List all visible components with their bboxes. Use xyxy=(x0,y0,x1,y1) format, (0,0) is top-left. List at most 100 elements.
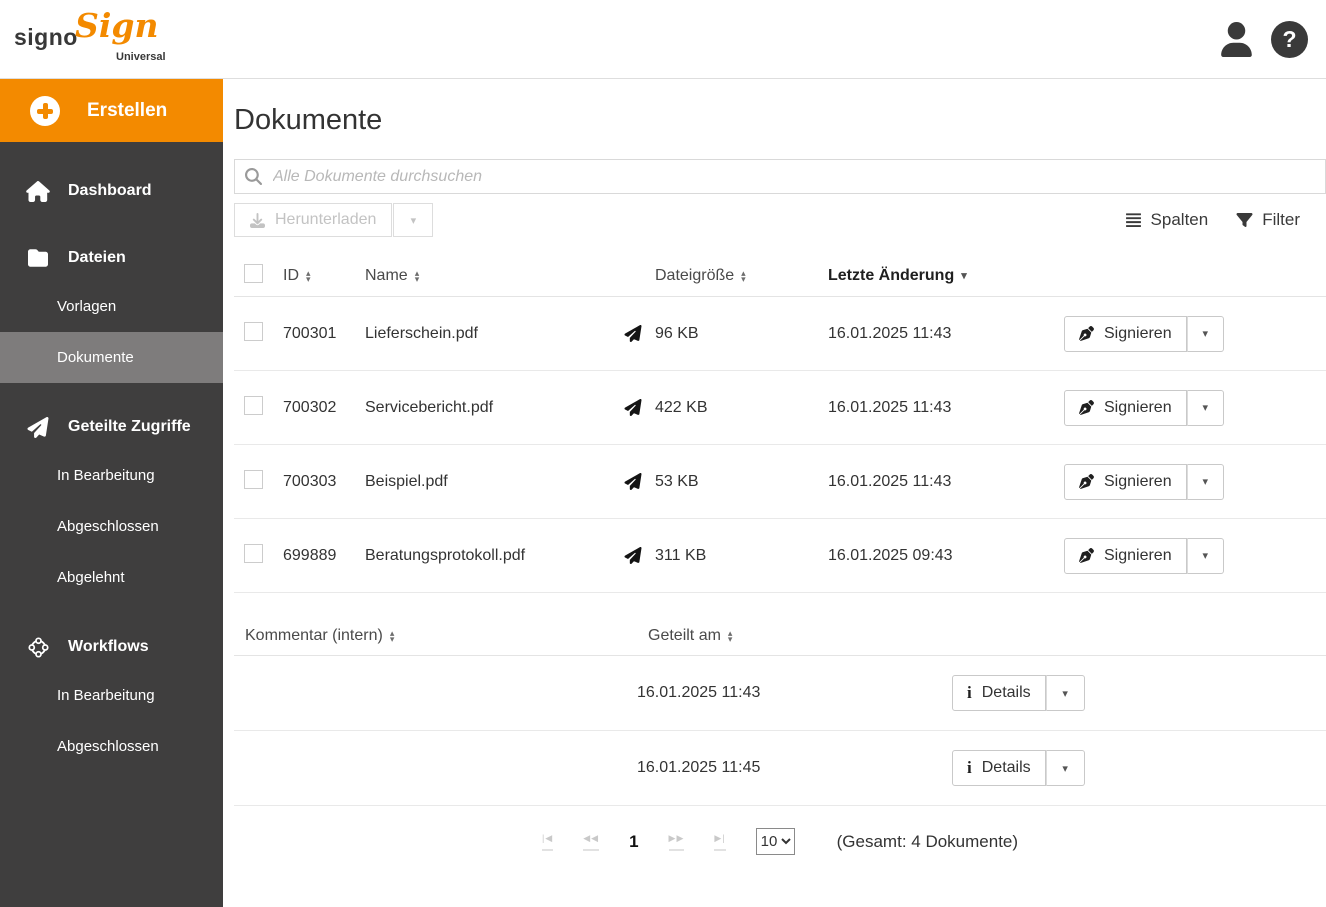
sort-icon[interactable]: ▴ ▾ xyxy=(306,268,311,283)
shared-table-header: Kommentar (intern) ▴ ▾ Geteilt am ▴ ▾ xyxy=(234,616,1326,656)
doc-id: 700303 xyxy=(283,472,337,490)
info-icon: i xyxy=(967,758,972,777)
doc-modified: 16.01.2025 11:43 xyxy=(828,398,952,416)
download-dropdown-button[interactable]: ▾ xyxy=(393,203,434,237)
info-icon: i xyxy=(967,683,972,702)
details-dropdown-button[interactable]: ▾ xyxy=(1045,675,1085,711)
sign-button[interactable]: Signieren xyxy=(1064,389,1187,426)
row-checkbox[interactable] xyxy=(244,321,263,341)
column-header-shared-at[interactable]: Geteilt am ▴ ▾ xyxy=(637,627,952,645)
column-header-size[interactable]: Dateigröße ▴ ▾ xyxy=(624,267,828,285)
create-button[interactable]: Erstellen xyxy=(0,79,223,142)
sort-desc-icon[interactable]: ▾ xyxy=(961,269,967,282)
doc-size: 311 KB xyxy=(655,546,707,564)
shared-paper-plane-icon xyxy=(624,547,642,564)
table-row: 700301 Lieferschein.pdf 96 KB 16.01.2025… xyxy=(234,297,1326,371)
user-icon[interactable] xyxy=(1219,21,1254,57)
columns-button-label: Spalten xyxy=(1150,210,1209,229)
sidebar-item-dashboard[interactable]: Dashboard xyxy=(0,168,223,214)
sort-icon[interactable]: ▴ ▾ xyxy=(741,268,746,283)
sidebar-item-geteilte-zugriffe[interactable]: Geteilte Zugriffe xyxy=(0,404,223,450)
select-all-checkbox[interactable] xyxy=(244,263,263,283)
column-header-modified[interactable]: Letzte Änderung ▾ xyxy=(828,267,1064,285)
details-button[interactable]: i Details xyxy=(952,750,1046,786)
filter-button-label: Filter xyxy=(1262,210,1300,229)
sidebar-item-wf-abgeschlossen[interactable]: Abgeschlossen xyxy=(0,721,223,772)
plus-icon xyxy=(30,95,60,126)
sign-dropdown-button[interactable]: ▾ xyxy=(1186,315,1224,352)
next-page-icon[interactable]: ▶▶ xyxy=(668,833,685,851)
current-page[interactable]: 1 xyxy=(629,832,638,852)
create-button-label: Erstellen xyxy=(87,99,168,121)
details-dropdown-button[interactable]: ▾ xyxy=(1045,750,1085,786)
sort-icon[interactable]: ▴ ▾ xyxy=(390,628,395,643)
doc-name[interactable]: Beispiel.pdf xyxy=(365,473,624,491)
folder-icon xyxy=(25,248,51,268)
sign-dropdown-button[interactable]: ▾ xyxy=(1186,537,1224,574)
sign-button[interactable]: Signieren xyxy=(1064,315,1187,352)
sign-button[interactable]: Signieren xyxy=(1064,463,1187,500)
column-header-comment[interactable]: Kommentar (intern) ▴ ▾ xyxy=(234,627,637,645)
doc-modified: 16.01.2025 11:43 xyxy=(828,472,952,490)
doc-id: 699889 xyxy=(283,546,337,564)
top-bar: signo Sign Universal ? xyxy=(0,0,1326,79)
doc-size: 96 KB xyxy=(655,324,699,342)
details-button[interactable]: i Details xyxy=(952,675,1046,711)
doc-size: 53 KB xyxy=(655,472,699,490)
doc-name[interactable]: Beratungsprotokoll.pdf xyxy=(365,547,624,565)
sidebar-item-label: Workflows xyxy=(68,638,149,655)
sidebar-item-label: Abgeschlossen xyxy=(57,518,159,535)
sidebar-item-ga-in-bearbeitung[interactable]: In Bearbeitung xyxy=(0,450,223,501)
first-page-icon[interactable]: |◀ xyxy=(541,833,554,851)
sidebar-item-workflows[interactable]: Workflows xyxy=(0,624,223,670)
sidebar-item-label: Dateien xyxy=(68,249,126,266)
columns-icon xyxy=(1125,212,1141,227)
last-page-icon[interactable]: ▶| xyxy=(714,833,726,851)
sidebar-item-vorlagen[interactable]: Vorlagen xyxy=(0,281,223,332)
shared-at: 16.01.2025 11:45 xyxy=(637,759,761,776)
workflow-icon xyxy=(25,636,51,659)
app-logo[interactable]: signo Sign Universal xyxy=(14,6,184,70)
sign-button-label: Signieren xyxy=(1104,472,1172,490)
search-input[interactable] xyxy=(271,166,1315,187)
caret-down-icon: ▾ xyxy=(410,214,417,227)
pen-icon xyxy=(1079,400,1094,415)
sign-button[interactable]: Signieren xyxy=(1064,537,1187,574)
shared-paper-plane-icon xyxy=(624,473,642,490)
download-button[interactable]: Herunterladen xyxy=(234,203,393,237)
caret-down-icon: ▾ xyxy=(1202,476,1209,488)
sort-icon[interactable]: ▴ ▾ xyxy=(728,628,733,643)
doc-id: 700301 xyxy=(283,324,337,342)
sidebar-item-wf-in-bearbeitung[interactable]: In Bearbeitung xyxy=(0,670,223,721)
row-checkbox[interactable] xyxy=(244,543,263,563)
row-checkbox[interactable] xyxy=(244,469,263,489)
sidebar-item-label: In Bearbeitung xyxy=(57,687,155,704)
sidebar-item-ga-abgeschlossen[interactable]: Abgeschlossen xyxy=(0,501,223,552)
doc-size: 422 KB xyxy=(655,398,708,416)
sort-icon[interactable]: ▴ ▾ xyxy=(415,268,420,283)
download-icon xyxy=(250,212,265,228)
toolbar-right: Spalten Filter xyxy=(1125,210,1326,230)
columns-button[interactable]: Spalten xyxy=(1125,210,1209,230)
sign-button-label: Signieren xyxy=(1104,546,1172,564)
sidebar-item-dokumente[interactable]: Dokumente xyxy=(0,332,223,383)
row-checkbox[interactable] xyxy=(244,395,263,415)
sidebar-item-dateien[interactable]: Dateien xyxy=(0,235,223,281)
doc-name[interactable]: Lieferschein.pdf xyxy=(365,325,624,343)
sign-dropdown-button[interactable]: ▾ xyxy=(1186,463,1224,500)
paper-plane-icon xyxy=(25,416,51,438)
sidebar-item-ga-abgelehnt[interactable]: Abgelehnt xyxy=(0,552,223,603)
column-header-name[interactable]: Name ▴ ▾ xyxy=(365,267,624,285)
caret-down-icon: ▾ xyxy=(1202,550,1209,562)
column-header-id[interactable]: ID ▴ ▾ xyxy=(283,267,365,285)
page-size-select[interactable]: 10 xyxy=(755,828,795,855)
previous-page-icon[interactable]: ◀◀ xyxy=(583,833,600,851)
caret-down-icon: ▾ xyxy=(1062,762,1068,775)
table-row: 700303 Beispiel.pdf 53 KB 16.01.2025 11:… xyxy=(234,445,1326,519)
sign-button-label: Signieren xyxy=(1104,324,1172,342)
help-icon[interactable]: ? xyxy=(1271,20,1308,58)
doc-name[interactable]: Servicebericht.pdf xyxy=(365,399,624,417)
filter-button[interactable]: Filter xyxy=(1236,210,1300,230)
details-button-label: Details xyxy=(981,684,1031,701)
sign-dropdown-button[interactable]: ▾ xyxy=(1186,389,1224,426)
